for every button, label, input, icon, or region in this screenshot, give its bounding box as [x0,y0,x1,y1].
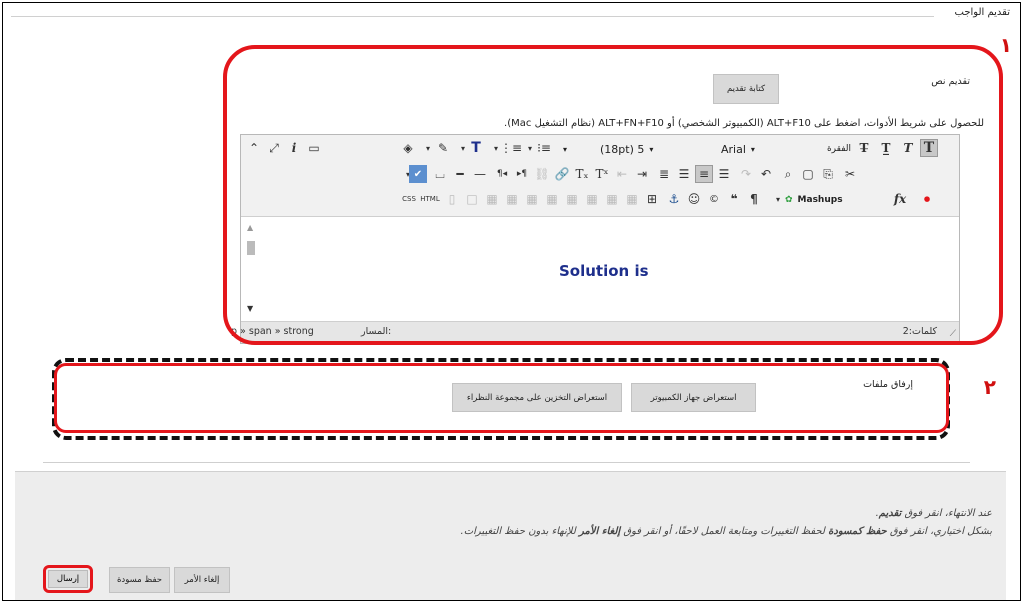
submit-button[interactable]: إرسال [48,570,88,588]
annotation-highlight-text-area [223,45,1003,345]
annotation-number-1: ١ [999,33,1012,57]
submit-button-highlight: إرسال [43,565,93,593]
annotation-highlight-attach [54,363,949,433]
assignment-submission-page: تقديم الواجب ١ ٢ تقديم نص كتابة تقديم لل… [2,2,1021,601]
submission-footer: عند الانتهاء، انقر فوق تقديم. بشكل اختيا… [15,471,1006,600]
section-divider [43,462,970,463]
save-draft-button[interactable]: حفظ مسودة [109,567,170,593]
optional-instruction: بشكل اختياري، انقر فوق حفظ كمسودة لحفظ ا… [460,526,992,537]
finish-instruction: عند الانتهاء، انقر فوق تقديم. [875,508,992,519]
section-title: تقديم الواجب [954,7,1010,18]
annotation-number-2: ٢ [983,375,996,399]
cancel-button[interactable]: إلغاء الأمر [174,567,230,593]
section-divider [11,16,934,17]
